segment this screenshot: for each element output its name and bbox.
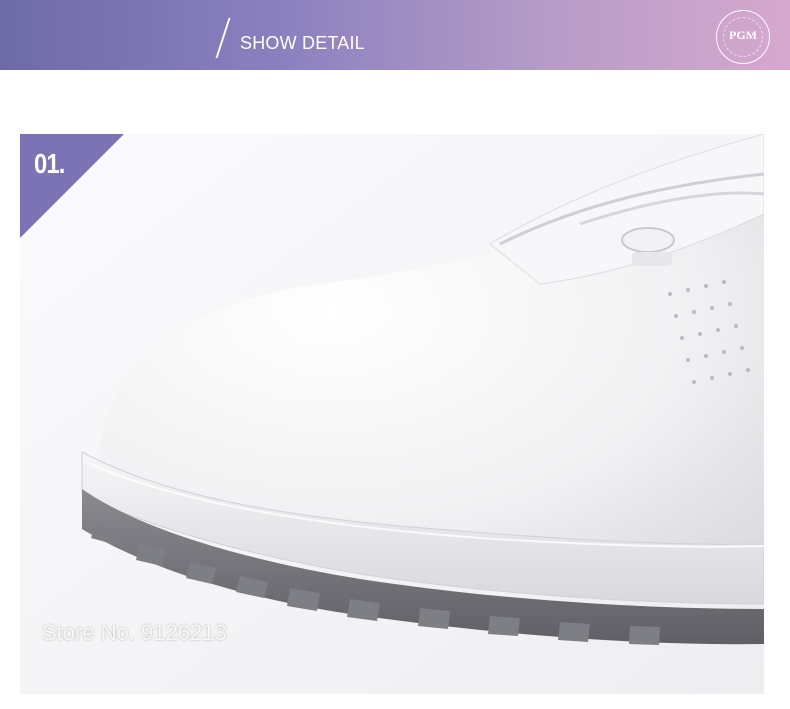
section-number: 01.	[34, 148, 65, 179]
lace-guide	[621, 227, 675, 253]
watermark-text-tail: 213	[189, 620, 227, 645]
banner-slash-divider	[215, 18, 231, 58]
shoe-detail-photo	[20, 134, 764, 694]
store-watermark: Store No. 9126213	[42, 620, 227, 646]
watermark-text: Store No. 9126	[42, 620, 190, 645]
shoe-illustration	[20, 134, 764, 694]
banner-title: SHOW DETAIL	[240, 33, 365, 53]
header-banner: SHOW DETAIL PGM	[0, 0, 790, 70]
brand-logo: PGM	[716, 10, 770, 64]
logo-text: PGM	[729, 28, 757, 42]
lace-guide-base	[632, 252, 672, 266]
